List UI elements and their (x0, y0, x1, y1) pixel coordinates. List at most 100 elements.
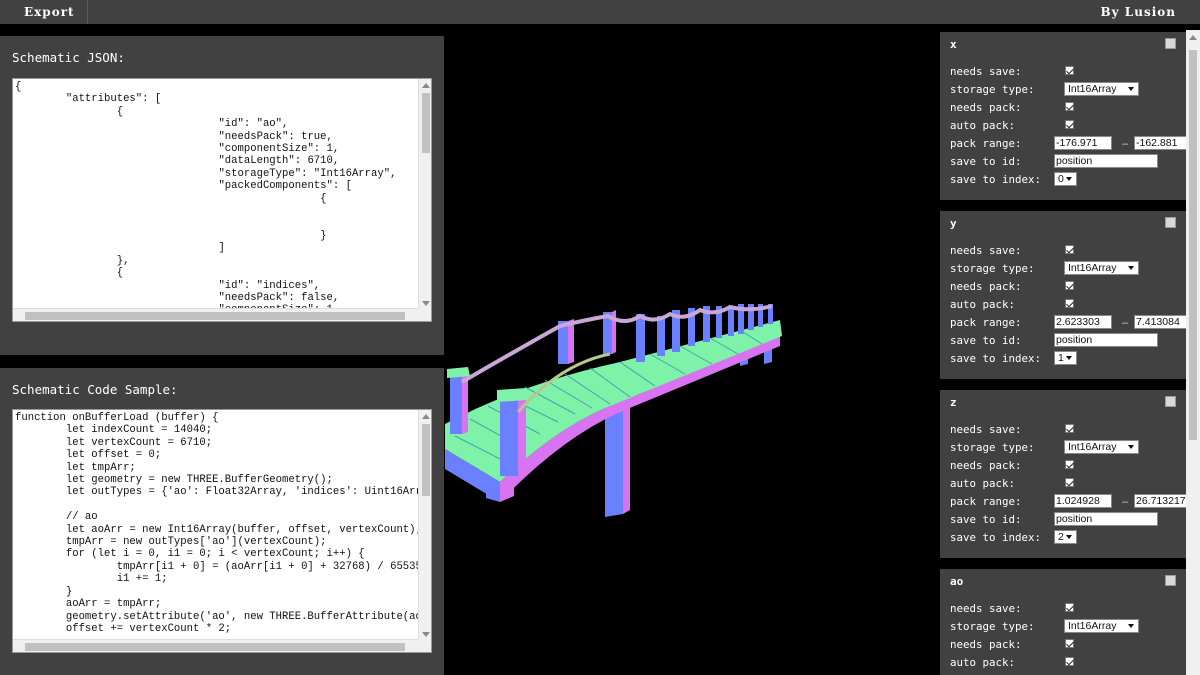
resize-grip-icon[interactable] (418, 308, 431, 321)
storage-type-label: storage type: (950, 83, 1035, 96)
chevron-down-icon (1066, 177, 1072, 181)
scroll-down-icon[interactable] (422, 632, 430, 637)
save-to-id-label: save to id: (950, 513, 1022, 526)
auto-pack-checkbox[interactable] (1065, 478, 1074, 487)
chevron-down-icon (1066, 535, 1072, 539)
code-horizontal-scrollbar[interactable] (13, 639, 420, 652)
json-vertical-scrollbar[interactable] (418, 79, 431, 310)
json-hscroll-thumb[interactable] (25, 312, 405, 320)
needs-pack-label: needs pack: (950, 280, 1022, 293)
needs-save-row: needs save: (950, 244, 1074, 258)
attribute-name: x (950, 38, 957, 51)
needs-save-checkbox[interactable] (1065, 424, 1074, 433)
storage-type-select[interactable]: Int16Array (1064, 261, 1139, 275)
save-to-index-select[interactable]: 1 (1054, 351, 1077, 365)
json-horizontal-scrollbar[interactable] (13, 308, 420, 321)
pack-range-row: pack range: 1.024928–26.713217 (950, 494, 1187, 509)
storage-type-value: Int16Array (1068, 441, 1117, 453)
pack-range-label: pack range: (950, 137, 1022, 150)
auto-pack-checkbox[interactable] (1065, 120, 1074, 129)
save-to-index-value: 1 (1058, 352, 1064, 364)
schematic-code-textarea[interactable]: function onBufferLoad (buffer) { let ind… (12, 409, 432, 653)
scroll-down-icon[interactable] (422, 301, 430, 306)
save-to-id-input[interactable]: position (1054, 512, 1158, 526)
auto-pack-checkbox[interactable] (1065, 299, 1074, 308)
pack-range-min-input[interactable]: 2.623303 (1054, 315, 1112, 329)
storage-type-label: storage type: (950, 262, 1035, 275)
needs-pack-label: needs pack: (950, 459, 1022, 472)
needs-save-checkbox[interactable] (1065, 245, 1074, 254)
pack-range-min-input[interactable]: -176.971 (1054, 136, 1112, 150)
save-to-id-label: save to id: (950, 155, 1022, 168)
attribute-enable-checkbox[interactable] (1165, 217, 1176, 228)
pack-range-max-input[interactable]: 7.413084 (1134, 315, 1187, 329)
needs-save-checkbox[interactable] (1065, 603, 1074, 612)
storage-type-label: storage type: (950, 620, 1035, 633)
chevron-down-icon (1128, 266, 1134, 270)
auto-pack-checkbox[interactable] (1065, 657, 1074, 666)
pack-range-max-input[interactable]: -162.881 (1134, 136, 1187, 150)
attribute-enable-checkbox[interactable] (1165, 396, 1176, 407)
needs-save-label: needs save: (950, 65, 1022, 78)
save-to-id-label: save to id: (950, 334, 1022, 347)
pack-range-label: pack range: (950, 316, 1022, 329)
attribute-panel-ao: ao needs save: storage type: Int16Array n… (940, 569, 1186, 675)
save-to-id-input[interactable]: position (1054, 154, 1158, 168)
pack-range-max-input[interactable]: 26.713217 (1134, 494, 1187, 508)
pack-range-min-input[interactable]: 1.024928 (1054, 494, 1112, 508)
export-button[interactable]: Export (0, 0, 88, 24)
storage-type-select[interactable]: Int16Array (1064, 82, 1139, 96)
attribute-enable-checkbox[interactable] (1165, 575, 1176, 586)
needs-save-row: needs save: (950, 602, 1074, 616)
save-to-id-input[interactable]: position (1054, 333, 1158, 347)
top-bar: Export By Lusion (0, 0, 1200, 24)
attribute-panel-x: x needs save: storage type: Int16Array ne… (940, 32, 1187, 200)
json-scroll-thumb[interactable] (422, 93, 430, 153)
needs-pack-checkbox[interactable] (1065, 281, 1074, 290)
panel-scroll-thumb[interactable] (1189, 50, 1197, 440)
panel-scrollbar[interactable] (1186, 30, 1200, 675)
save-to-index-label: save to index: (950, 173, 1042, 186)
needs-save-checkbox[interactable] (1065, 66, 1074, 75)
storage-type-select[interactable]: Int16Array (1064, 440, 1139, 454)
resize-grip-icon[interactable] (418, 639, 431, 652)
needs-save-row: needs save: (950, 65, 1074, 79)
range-separator: – (1122, 496, 1129, 508)
needs-pack-checkbox[interactable] (1065, 460, 1074, 469)
needs-pack-label: needs pack: (950, 638, 1022, 651)
needs-save-row: needs save: (950, 423, 1074, 437)
save-to-index-label: save to index: (950, 531, 1042, 544)
schematic-json-textarea[interactable]: { "attributes": [ { "id": "ao", "needsPa… (12, 78, 432, 322)
byline-text: By Lusion (1100, 5, 1176, 19)
schematic-json-panel: Schematic JSON: { "attributes": [ { "id"… (0, 36, 444, 355)
storage-type-value: Int16Array (1068, 262, 1117, 274)
auto-pack-label: auto pack: (950, 656, 1016, 669)
needs-pack-row: needs pack: (950, 280, 1074, 294)
attribute-enable-checkbox[interactable] (1165, 38, 1176, 49)
pack-range-row: pack range: 2.623303–7.413084 (950, 315, 1187, 330)
save-to-id-row: save to id: position (950, 154, 1158, 169)
storage-type-select[interactable]: Int16Array (1064, 619, 1139, 633)
schematic-code-title: Schematic Code Sample: (12, 382, 178, 397)
save-to-index-select[interactable]: 2 (1054, 530, 1077, 544)
save-to-index-select[interactable]: 0 (1054, 172, 1077, 186)
schematic-json-title: Schematic JSON: (12, 50, 125, 65)
code-scroll-thumb[interactable] (422, 424, 430, 496)
auto-pack-row: auto pack: (950, 477, 1074, 491)
pack-range-label: pack range: (950, 495, 1022, 508)
needs-pack-checkbox[interactable] (1065, 639, 1074, 648)
code-hscroll-thumb[interactable] (25, 643, 405, 651)
needs-pack-checkbox[interactable] (1065, 102, 1074, 111)
chevron-down-icon (1128, 87, 1134, 91)
scroll-up-icon[interactable] (422, 414, 430, 419)
needs-save-label: needs save: (950, 423, 1022, 436)
save-to-id-row: save to id: position (950, 333, 1158, 348)
needs-pack-row: needs pack: (950, 638, 1074, 652)
schematic-code-panel: Schematic Code Sample: function onBuffer… (0, 368, 444, 675)
scroll-up-icon[interactable] (1189, 35, 1197, 40)
code-vertical-scrollbar[interactable] (418, 410, 431, 641)
schematic-json-code: { "attributes": [ { "id": "ao", "needsPa… (15, 81, 431, 316)
auto-pack-row: auto pack: (950, 298, 1074, 312)
range-separator: – (1122, 138, 1129, 150)
scroll-up-icon[interactable] (422, 83, 430, 88)
